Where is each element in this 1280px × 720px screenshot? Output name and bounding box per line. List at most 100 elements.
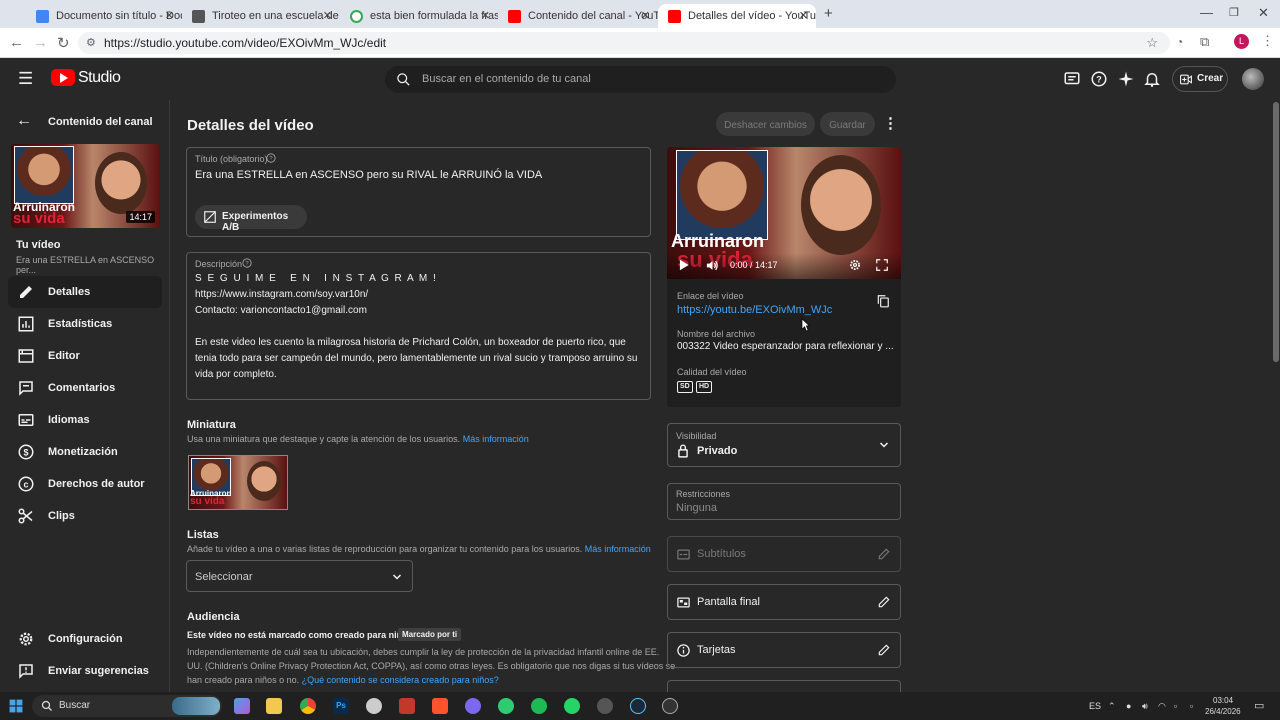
browser-tab-active[interactable]: Detalles del vídeo - YouTube St ✕: [658, 4, 816, 28]
clock-date[interactable]: 26/4/2026: [1205, 707, 1241, 716]
new-tab-button[interactable]: +: [824, 5, 833, 22]
cards-button[interactable]: Tarjetas: [667, 632, 901, 668]
end-screen-button[interactable]: Pantalla final: [667, 584, 901, 620]
save-button[interactable]: Guardar: [820, 112, 875, 136]
bookmark-star-icon[interactable]: ☆: [1146, 32, 1158, 54]
site-info-icon[interactable]: ⚙: [86, 32, 96, 54]
sidebar-item-feedback[interactable]: Enviar sugerencias: [8, 655, 162, 687]
extensions-puzzle-icon[interactable]: ⧉: [1200, 34, 1209, 50]
settings-gear-icon[interactable]: [848, 258, 862, 272]
close-tab-icon[interactable]: ✕: [165, 9, 174, 22]
back-arrow-icon[interactable]: ←: [9, 34, 24, 51]
help-icon[interactable]: ?: [1090, 70, 1108, 88]
fullscreen-icon[interactable]: [875, 258, 889, 272]
subtitles-button[interactable]: Subtítulos: [667, 536, 901, 572]
chevron-up-icon[interactable]: ⌃: [1108, 701, 1116, 712]
kids-content-link[interactable]: ¿Qué contenido se considera creado para …: [302, 675, 499, 685]
photoshop-icon[interactable]: Ps: [333, 698, 349, 714]
app-tray-icon[interactable]: ▫: [1174, 701, 1177, 711]
description-field[interactable]: Descripción ? S E G U I M E E N I N S T …: [186, 252, 651, 400]
reload-icon[interactable]: ↻: [57, 34, 70, 52]
visibility-select[interactable]: Visibilidad Privado: [667, 423, 901, 467]
chrome-icon[interactable]: [300, 698, 316, 714]
sidebar-video-thumbnail[interactable]: Arruinaron su vida 14:17: [11, 144, 160, 228]
undo-changes-button[interactable]: Deshacer cambios: [716, 112, 815, 136]
video-player[interactable]: Arruinaron su vida 0:00 / 14:17: [667, 147, 901, 279]
close-tab-icon[interactable]: ✕: [323, 9, 332, 22]
speaker-icon[interactable]: 🔊︎: [1142, 701, 1148, 712]
youtube-logo-icon[interactable]: [51, 69, 75, 86]
title-field[interactable]: Título (obligatorio) ? Era una ESTRELLA …: [186, 147, 651, 237]
page-scrollbar[interactable]: [1272, 58, 1280, 692]
help-icon[interactable]: ?: [242, 258, 252, 268]
back-arrow-icon[interactable]: ←: [16, 112, 32, 130]
spotify-icon[interactable]: [531, 698, 547, 714]
language-indicator[interactable]: ES: [1089, 701, 1101, 711]
profile-avatar[interactable]: L: [1234, 34, 1249, 49]
hamburger-menu-icon[interactable]: ☰: [18, 69, 33, 89]
copy-icon[interactable]: [876, 294, 890, 308]
back-to-content-link[interactable]: Contenido del canal: [48, 116, 153, 128]
next-option-button[interactable]: [667, 680, 901, 692]
app-icon[interactable]: [366, 698, 382, 714]
media-player-icon[interactable]: [662, 698, 678, 714]
sidebar-item-clips[interactable]: Clips: [8, 500, 162, 532]
messages-icon[interactable]: [1063, 70, 1081, 88]
sidebar-item-monetization[interactable]: $ Monetización: [8, 436, 162, 468]
more-info-link[interactable]: Más información: [463, 434, 529, 444]
restrictions-field[interactable]: Restricciones Ninguna: [667, 483, 901, 520]
app-icon[interactable]: [399, 698, 415, 714]
app-tray-icon[interactable]: ●: [1126, 701, 1131, 711]
sparkle-icon[interactable]: [1117, 70, 1135, 88]
more-options-icon[interactable]: ⋮: [883, 114, 898, 132]
close-window-button[interactable]: ✕: [1258, 5, 1269, 21]
notifications-bell-icon[interactable]: [1143, 70, 1161, 88]
app-tray-icon[interactable]: ▫: [1190, 701, 1193, 711]
channel-avatar[interactable]: [1242, 68, 1264, 90]
app-icon[interactable]: [465, 698, 481, 714]
browser-tab[interactable]: Contenido del canal - YouTube ✕: [498, 4, 658, 28]
app-icon[interactable]: [597, 698, 613, 714]
extension-icon[interactable]: ◔: [1176, 35, 1183, 49]
taskbar-search[interactable]: Buscar: [32, 695, 222, 717]
ab-test-button[interactable]: Experimentos A/B: [195, 205, 307, 233]
play-icon[interactable]: [677, 258, 691, 272]
sidebar-item-analytics[interactable]: Estadísticas: [8, 308, 162, 340]
file-explorer-icon[interactable]: [266, 698, 282, 714]
help-icon[interactable]: ?: [266, 153, 276, 163]
playlist-select[interactable]: Seleccionar: [186, 560, 413, 592]
brave-icon[interactable]: [432, 698, 448, 714]
close-tab-icon[interactable]: ✕: [481, 9, 490, 22]
copilot-icon[interactable]: [234, 698, 250, 714]
sidebar-item-settings[interactable]: Configuración: [8, 623, 162, 655]
sidebar-item-details[interactable]: Detalles: [8, 276, 162, 308]
notifications-icon[interactable]: ▭: [1254, 699, 1264, 712]
volume-icon[interactable]: [705, 258, 720, 273]
sidebar-item-comments[interactable]: Comentarios: [8, 372, 162, 404]
steam-icon[interactable]: [630, 698, 646, 714]
clock-time[interactable]: 03:04: [1213, 696, 1233, 705]
more-info-link[interactable]: Más información: [585, 544, 651, 554]
restore-button[interactable]: ❐: [1229, 6, 1239, 19]
scrollbar-thumb[interactable]: [1273, 102, 1279, 362]
sidebar-item-languages[interactable]: Idiomas: [8, 404, 162, 436]
close-tab-icon[interactable]: ✕: [641, 9, 650, 22]
browser-menu-icon[interactable]: ⋮: [1261, 33, 1274, 49]
minimize-button[interactable]: —: [1200, 5, 1213, 20]
forward-arrow-icon[interactable]: →: [33, 34, 48, 51]
app-icon[interactable]: [498, 698, 514, 714]
windows-start-icon[interactable]: [9, 699, 23, 713]
wifi-icon[interactable]: ◠: [1158, 701, 1166, 712]
video-link[interactable]: https://youtu.be/EXOivMm_WJc: [677, 304, 832, 316]
close-tab-icon[interactable]: ✕: [799, 9, 808, 22]
browser-tab[interactable]: esta bien formulada la frase Po ✕: [340, 4, 498, 28]
browser-tab[interactable]: Documento sin título - Docum ✕: [26, 4, 182, 28]
sidebar-item-copyright[interactable]: c Derechos de autor: [8, 468, 162, 500]
sidebar-item-editor[interactable]: Editor: [8, 340, 162, 372]
thumbnail-option[interactable]: Arruinaron su vida: [188, 455, 288, 510]
url-input[interactable]: ⚙ https://studio.youtube.com/video/EXOiv…: [78, 32, 1170, 54]
create-button[interactable]: Crear: [1172, 66, 1228, 92]
whatsapp-icon[interactable]: [564, 698, 580, 714]
search-input[interactable]: Buscar en el contenido de tu canal: [385, 66, 896, 93]
browser-tab[interactable]: Tiroteo en una escuela de Sant ✕: [182, 4, 340, 28]
